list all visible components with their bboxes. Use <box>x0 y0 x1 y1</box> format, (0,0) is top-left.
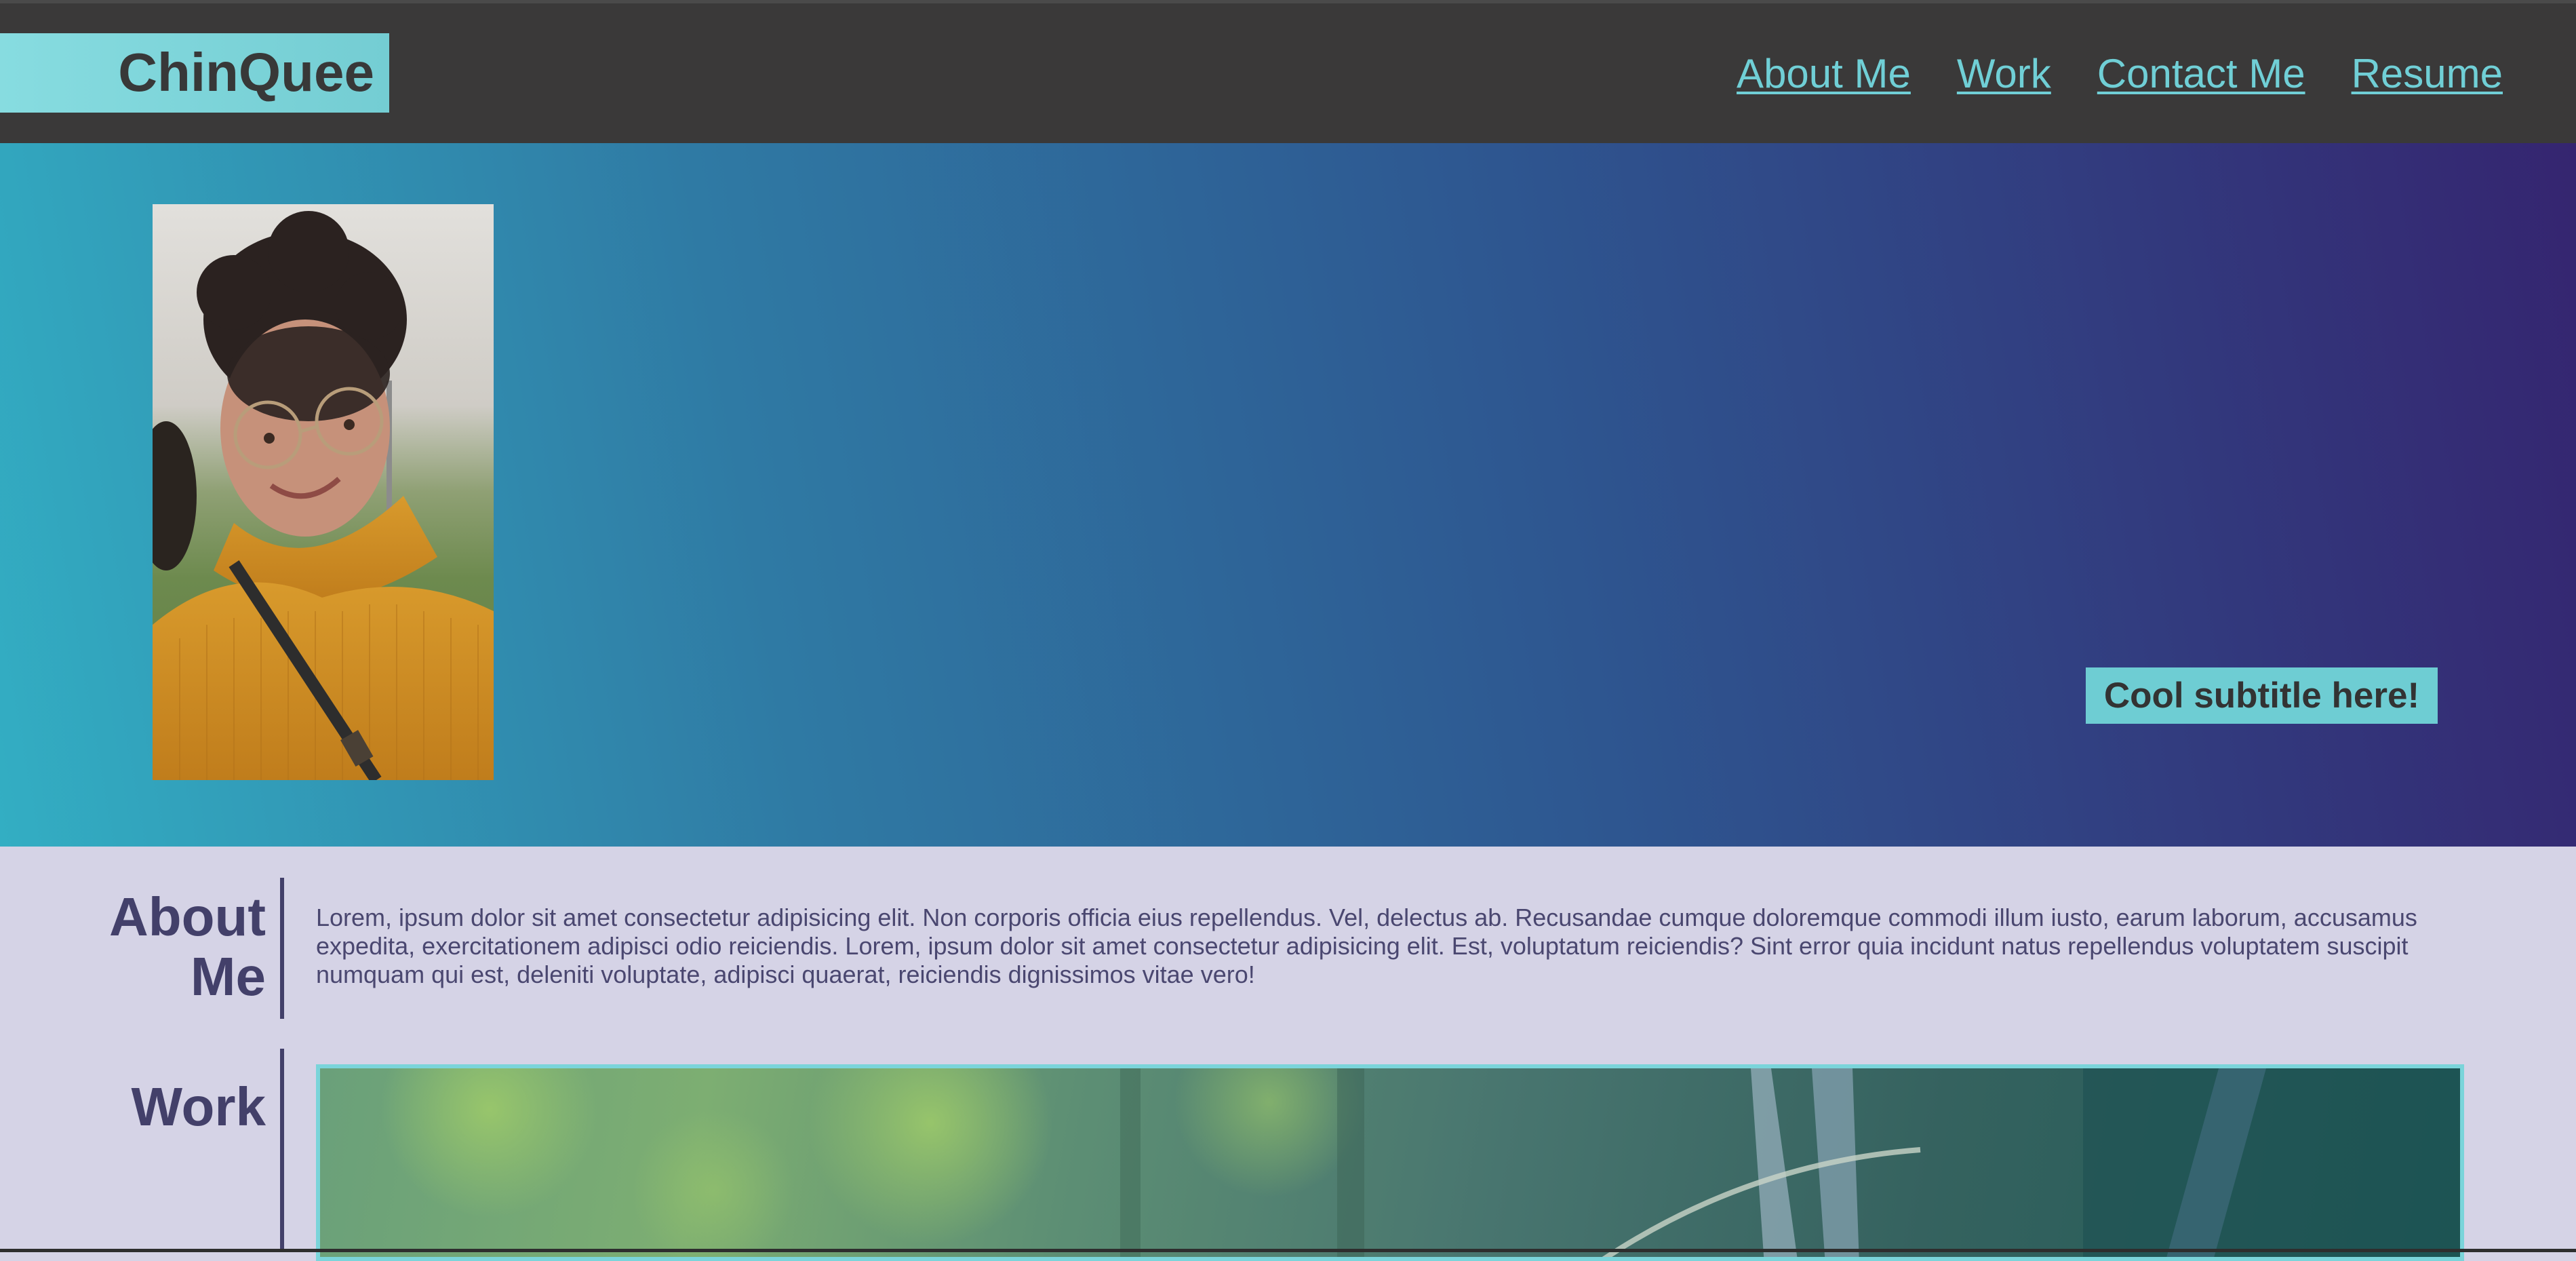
about-heading-text: About Me <box>109 887 266 1007</box>
hero-banner: Cool subtitle here! <box>0 143 2576 847</box>
about-body: Lorem, ipsum dolor sit amet consectetur … <box>316 904 2417 988</box>
main-nav: About Me Work Contact Me Resume <box>1737 48 2503 100</box>
about-heading-line2: Me <box>190 946 266 1007</box>
work-divider <box>280 1049 284 1252</box>
nav-link-resume[interactable]: Resume <box>2352 48 2503 100</box>
work-heading-text: Work <box>131 1076 266 1137</box>
about-heading: About Me <box>0 887 266 1023</box>
site-header: ChinQuee About Me Work Contact Me Resume <box>0 3 2576 143</box>
nav-link-about-me[interactable]: About Me <box>1737 48 1911 100</box>
nav-link-work[interactable]: Work <box>1957 48 2051 100</box>
about-heading-line1: About <box>108 887 266 947</box>
brand-logo[interactable]: ChinQuee <box>0 33 389 113</box>
nav-link-contact-me[interactable]: Contact Me <box>2097 48 2305 100</box>
profile-photo <box>153 204 494 780</box>
bottom-border <box>0 1249 2576 1252</box>
profile-photo-illustration <box>153 204 494 780</box>
work-project-image[interactable] <box>316 1064 2464 1261</box>
work-photo-illustration <box>381 1068 2460 1257</box>
brand-name: ChinQuee <box>118 42 374 102</box>
main-content: About Me Lorem, ipsum dolor sit amet con… <box>0 847 2576 1261</box>
work-heading: Work <box>0 1077 266 1145</box>
about-divider <box>280 878 284 1019</box>
hero-subtitle: Cool subtitle here! <box>2086 667 2438 724</box>
